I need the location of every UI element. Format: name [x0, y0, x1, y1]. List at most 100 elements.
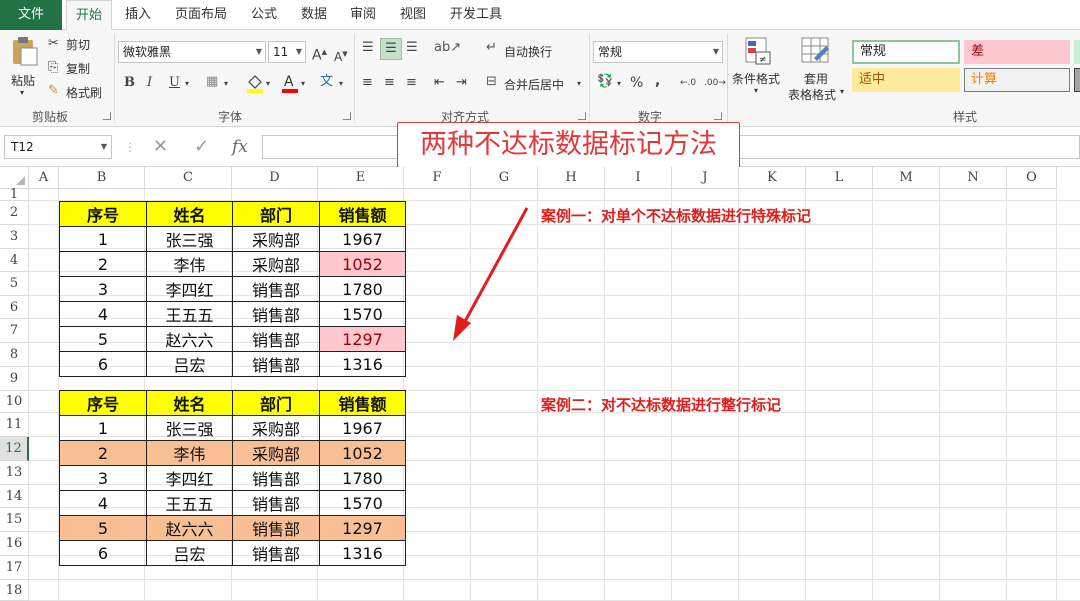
tab-view[interactable]: 视图 [393, 0, 433, 30]
header-cell[interactable]: 销售额 [319, 201, 406, 227]
column-header-c[interactable]: C [145, 167, 232, 189]
chevron-down-icon[interactable]: ▾ [617, 76, 621, 92]
decrease-font-icon[interactable]: A▼ [334, 46, 348, 65]
column-header-o[interactable]: O [1007, 167, 1057, 189]
column-header-l[interactable]: L [806, 167, 873, 189]
table-cell[interactable]: 4 [59, 301, 147, 327]
number-launcher-icon[interactable] [714, 112, 722, 120]
table-cell[interactable]: 张三强 [146, 415, 233, 441]
insert-function-icon[interactable]: fx [232, 135, 248, 159]
table-cell[interactable]: 5 [59, 515, 147, 541]
tab-formulas[interactable]: 公式 [244, 0, 284, 30]
align-right-icon[interactable]: ≡ [406, 75, 417, 91]
increase-font-icon[interactable]: A▲ [312, 44, 327, 64]
table-cell[interactable]: 张三强 [146, 226, 233, 252]
increase-indent-icon[interactable]: ⇥ [456, 75, 467, 91]
column-header-h[interactable]: H [538, 167, 605, 189]
underline-button[interactable]: U [169, 75, 180, 91]
style-bad[interactable]: 差 [964, 40, 1070, 64]
table-cell[interactable]: 赵六六 [146, 515, 233, 541]
header-cell[interactable]: 部门 [232, 201, 320, 227]
table-cell[interactable]: 2 [59, 440, 147, 466]
row-header-9[interactable]: 9 [0, 367, 29, 391]
table-cell[interactable]: 1780 [319, 465, 406, 491]
decrease-indent-icon[interactable]: ⇤ [434, 75, 445, 91]
align-bottom-icon[interactable]: ☰ [406, 40, 418, 56]
table-cell[interactable]: 销售部 [232, 326, 320, 352]
table-cell[interactable]: 4 [59, 490, 147, 516]
column-header-n[interactable]: N [940, 167, 1007, 189]
column-header-j[interactable]: J [672, 167, 739, 189]
table-cell[interactable]: 1316 [319, 351, 406, 377]
table-cell[interactable]: 6 [59, 540, 147, 566]
italic-button[interactable]: I [147, 75, 152, 91]
border-icon[interactable]: ▦ [206, 74, 218, 90]
chevron-down-icon[interactable]: ▾ [840, 87, 844, 96]
column-header-k[interactable]: K [739, 167, 806, 189]
table-cell[interactable]: 销售部 [232, 276, 320, 302]
align-middle-icon[interactable]: ☰ [380, 38, 402, 60]
header-cell[interactable]: 序号 [59, 390, 147, 416]
chevron-down-icon[interactable]: ▾ [185, 76, 189, 92]
row-header-11[interactable]: 11 [0, 413, 29, 437]
table-cell[interactable]: 采购部 [232, 440, 320, 466]
table-cell[interactable]: 1316 [319, 540, 406, 566]
tab-page-layout[interactable]: 页面布局 [168, 0, 234, 30]
row-header-13[interactable]: 13 [0, 461, 29, 485]
align-left-icon[interactable]: ≡ [362, 75, 373, 91]
copy-button[interactable]: 复制 [66, 60, 90, 77]
tab-insert[interactable]: 插入 [117, 0, 159, 30]
row-header-1[interactable]: 1 [0, 188, 29, 201]
style-check-partial[interactable] [1074, 68, 1080, 92]
orientation-icon[interactable]: ab↗ [434, 40, 461, 56]
format-painter-button[interactable]: 格式刷 [66, 84, 102, 101]
alignment-launcher-icon[interactable] [578, 112, 586, 120]
enter-formula-icon[interactable]: ✓ [194, 135, 209, 159]
row-header-3[interactable]: 3 [0, 225, 29, 249]
table-cell[interactable]: 吕宏 [146, 351, 233, 377]
column-header-i[interactable]: I [605, 167, 672, 189]
phonetic-icon[interactable]: 文 [320, 74, 333, 90]
row-header-14[interactable]: 14 [0, 485, 29, 508]
table-cell[interactable]: 1967 [319, 226, 406, 252]
name-box[interactable]: T12 ▼ [4, 135, 112, 159]
tab-developer[interactable]: 开发工具 [443, 0, 509, 30]
tab-file[interactable]: 文件 [0, 0, 62, 30]
table-cell[interactable]: 6 [59, 351, 147, 377]
number-format-select[interactable]: 常规 ▼ [593, 41, 723, 63]
table-cell[interactable]: 采购部 [232, 226, 320, 252]
table-cell[interactable]: 1967 [319, 415, 406, 441]
currency-icon[interactable]: 💱 [597, 74, 613, 90]
style-good-partial[interactable] [1074, 40, 1080, 64]
table-cell[interactable]: 赵六六 [146, 326, 233, 352]
conditional-format-button[interactable]: 条件格式 [732, 70, 780, 87]
chevron-down-icon[interactable]: ▾ [754, 86, 758, 95]
font-size-select[interactable]: 11 ▼ [268, 41, 306, 63]
tab-data[interactable]: 数据 [294, 0, 334, 30]
percent-button[interactable]: % [630, 75, 643, 91]
style-neutral[interactable]: 适中 [852, 68, 960, 92]
chevron-down-icon[interactable]: ▾ [301, 76, 305, 92]
column-header-e[interactable]: E [318, 167, 404, 189]
table-format-label-2[interactable]: 表格格式 [788, 86, 836, 103]
header-cell[interactable]: 姓名 [146, 390, 233, 416]
font-name-select[interactable]: 微软雅黑 ▼ [118, 41, 266, 63]
table-cell[interactable]: 3 [59, 465, 147, 491]
cancel-formula-icon[interactable]: ✕ [153, 135, 168, 159]
table-cell[interactable]: 吕宏 [146, 540, 233, 566]
column-header-d[interactable]: D [232, 167, 318, 189]
row-header-10[interactable]: 10 [0, 391, 29, 413]
table-cell[interactable]: 李伟 [146, 251, 233, 277]
bold-button[interactable]: B [124, 75, 135, 91]
select-all-corner[interactable] [0, 167, 29, 189]
table-cell[interactable]: 王五五 [146, 490, 233, 516]
table-cell[interactable]: 销售部 [232, 515, 320, 541]
font-color-icon[interactable]: A [280, 72, 300, 94]
table-cell[interactable]: 销售部 [232, 490, 320, 516]
highlighted-cell[interactable]: 1297 [319, 326, 406, 352]
table-cell[interactable]: 2 [59, 251, 147, 277]
table-cell[interactable]: 销售部 [232, 351, 320, 377]
font-launcher-icon[interactable] [343, 112, 351, 120]
row-header-17[interactable]: 17 [0, 556, 29, 580]
table-cell[interactable]: 销售部 [232, 540, 320, 566]
